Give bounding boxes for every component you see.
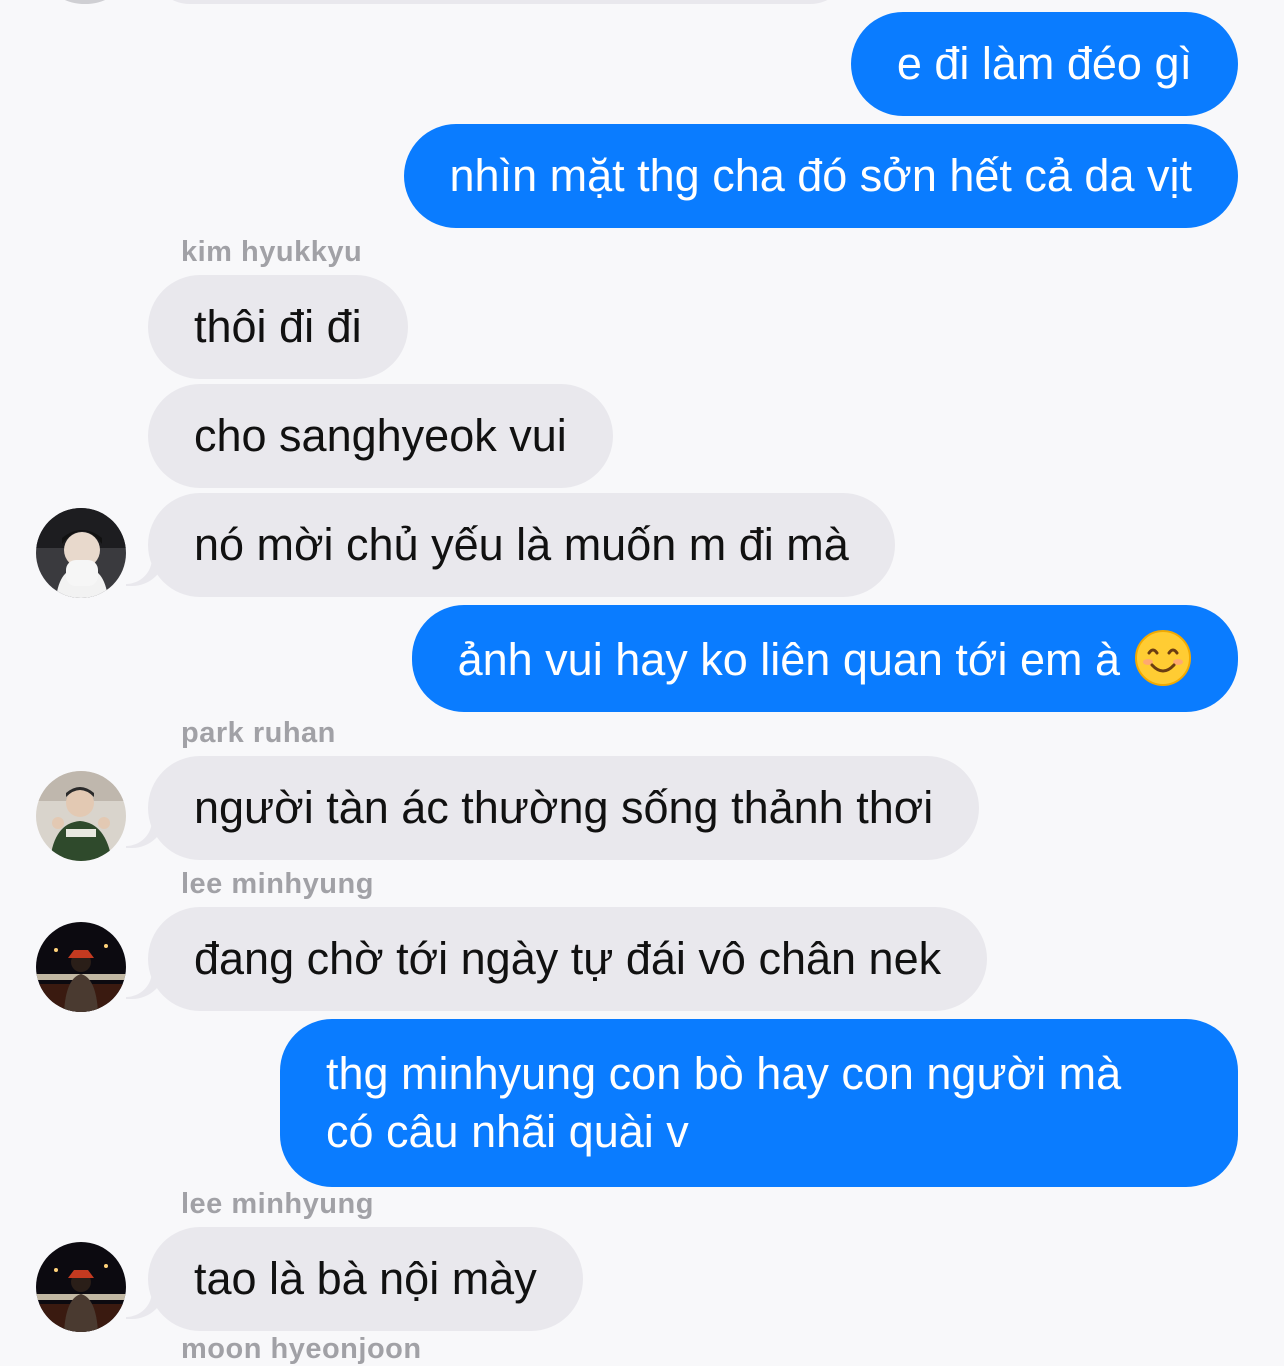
avatar-photo-icon — [36, 922, 126, 1012]
message-bubble-outgoing[interactable]: nhìn mặt thg cha đó sởn hết cả da vịt — [403, 124, 1238, 228]
message-text: ảnh vui hay ko liên quan tới em à — [457, 634, 1120, 685]
message-text: thôi đi đi — [194, 301, 362, 352]
message-text: tao là bà nội mày — [194, 1253, 537, 1304]
sender-name: moon hyeonjoon — [181, 1333, 422, 1365]
avatar[interactable] — [36, 1242, 126, 1332]
message-bubble-incoming[interactable] — [150, 0, 850, 4]
message-text: người tàn ác thường sống thảnh thơi — [194, 782, 934, 833]
avatar-photo-icon — [36, 1242, 126, 1332]
avatar[interactable] — [36, 508, 126, 598]
avatar[interactable] — [36, 771, 126, 861]
avatar-photo-icon — [36, 508, 126, 598]
avatar[interactable] — [50, 0, 120, 4]
message-text: thg minhyung con bò hay con người mà có … — [326, 1048, 1122, 1157]
message-text: e đi làm đéo gì — [896, 38, 1192, 89]
message-bubble-incoming[interactable]: cho sanghyeok vui — [148, 384, 613, 488]
message-bubble-outgoing[interactable]: e đi làm đéo gì — [850, 12, 1238, 116]
message-bubble-incoming[interactable]: đang chờ tới ngày tự đái vô chân nek — [148, 907, 988, 1011]
sender-name: lee minhyung — [181, 868, 374, 900]
message-text: nó mời chủ yếu là muốn m đi mà — [194, 519, 849, 570]
message-bubble-incoming[interactable]: thôi đi đi — [148, 275, 408, 379]
message-bubble-outgoing[interactable]: thg minhyung con bò hay con người mà có … — [280, 1019, 1238, 1187]
message-bubble-incoming[interactable]: người tàn ác thường sống thảnh thơi — [148, 756, 980, 860]
sender-name: park ruhan — [181, 717, 336, 749]
sender-name: kim hyukkyu — [181, 236, 363, 268]
message-bubble-incoming[interactable]: tao là bà nội mày — [148, 1227, 583, 1331]
message-bubble-outgoing[interactable]: ảnh vui hay ko liên quan tới em à — [411, 605, 1238, 712]
avatar-photo-icon — [36, 771, 126, 861]
sender-name: lee minhyung — [181, 1188, 374, 1220]
message-text: đang chờ tới ngày tự đái vô chân nek — [194, 933, 942, 984]
smiling-face-icon — [1135, 630, 1191, 686]
message-bubble-incoming[interactable]: nó mời chủ yếu là muốn m đi mà — [148, 493, 895, 597]
message-text: nhìn mặt thg cha đó sởn hết cả da vịt — [449, 150, 1192, 201]
avatar[interactable] — [36, 922, 126, 1012]
message-text: cho sanghyeok vui — [194, 410, 567, 461]
